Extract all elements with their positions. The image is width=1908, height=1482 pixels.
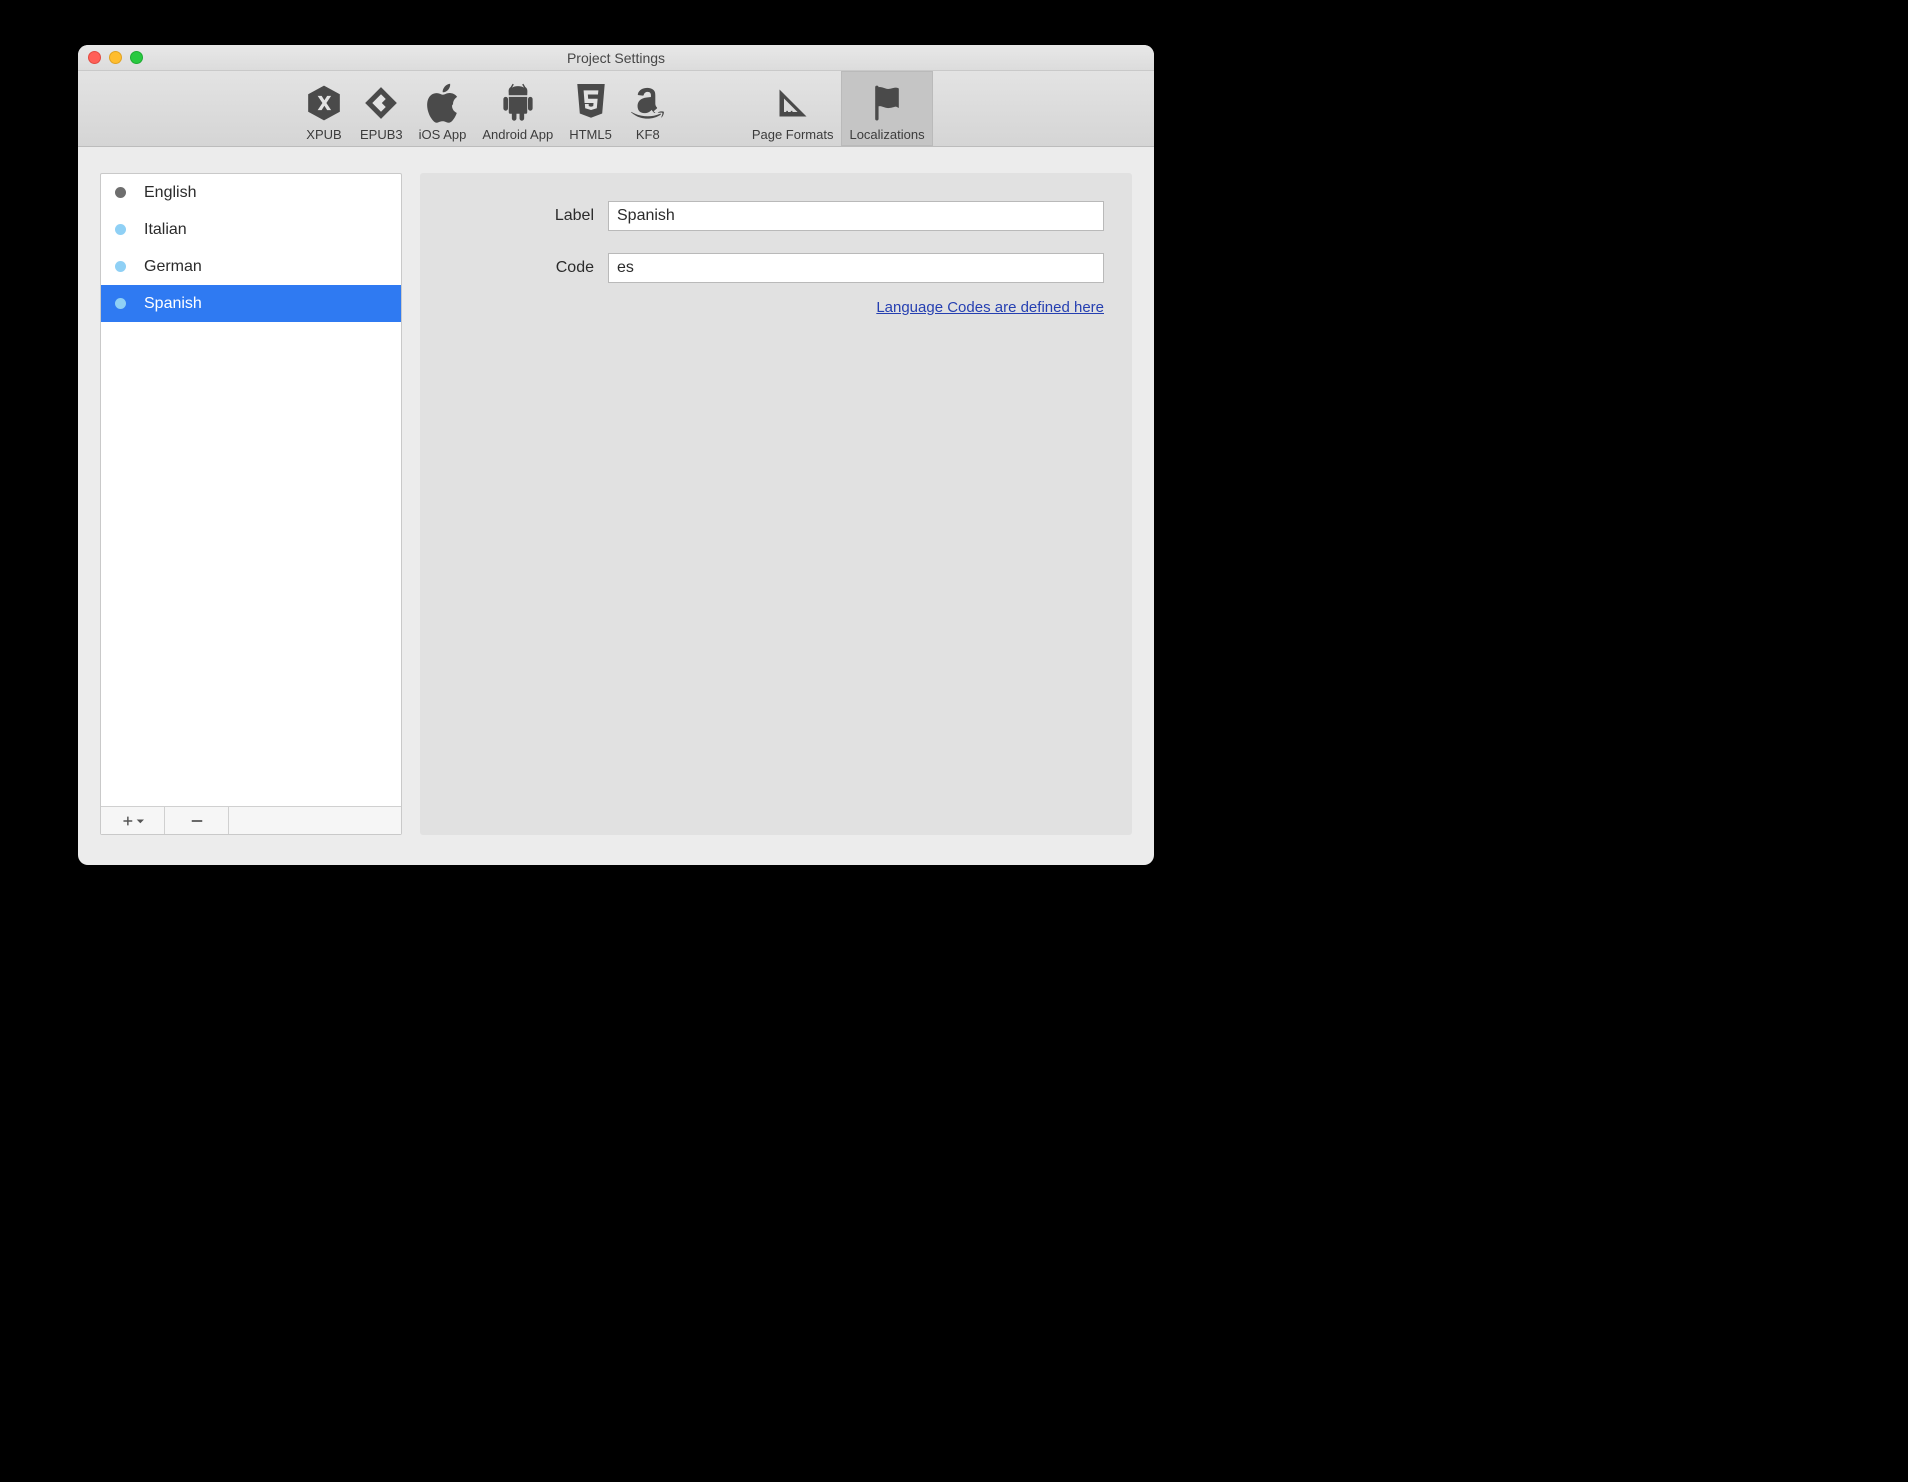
status-dot-icon (115, 224, 126, 235)
toolbar-item-html5[interactable]: HTML5 (561, 71, 620, 146)
zoom-window-button[interactable] (130, 51, 143, 64)
flag-icon (870, 81, 904, 125)
apple-icon (424, 81, 460, 125)
window-controls (88, 51, 143, 64)
list-footer (101, 806, 401, 834)
toolbar-item-page-formats[interactable]: Page Formats (744, 71, 842, 146)
label-field[interactable] (608, 201, 1104, 231)
add-language-button[interactable] (101, 807, 165, 834)
toolbar-item-localizations[interactable]: Localizations (841, 71, 932, 146)
status-dot-icon (115, 261, 126, 272)
language-list-item-label: Spanish (144, 295, 202, 313)
toolbar-item-label: XPUB (306, 127, 341, 142)
toolbar-item-label: Localizations (849, 127, 924, 142)
hex-x-icon (305, 81, 343, 125)
language-list[interactable]: English Italian German Spanish (101, 174, 401, 806)
toolbar-item-epub3[interactable]: EPUB3 (352, 71, 411, 146)
content-body: English Italian German Spanish Label (78, 147, 1154, 865)
html5-icon (574, 81, 608, 125)
toolbar: XPUB EPUB3 iOS App Android App (78, 71, 1154, 147)
language-codes-link[interactable]: Language Codes are defined here (876, 299, 1104, 316)
toolbar-export-group: XPUB EPUB3 iOS App Android App (296, 71, 676, 146)
language-list-item[interactable]: Italian (101, 211, 401, 248)
remove-language-button[interactable] (165, 807, 229, 834)
status-dot-icon (115, 187, 126, 198)
toolbar-item-android-app[interactable]: Android App (474, 71, 561, 146)
toolbar-settings-group: Page Formats Localizations (744, 71, 933, 146)
language-list-item[interactable]: Spanish (101, 285, 401, 322)
language-list-panel: English Italian German Spanish (100, 173, 402, 835)
toolbar-item-kf8[interactable]: KF8 (620, 71, 676, 146)
label-row: Label (420, 201, 1104, 231)
language-detail-panel: Label Code Language Codes are defined he… (420, 173, 1132, 835)
toolbar-item-ios-app[interactable]: iOS App (411, 71, 475, 146)
window-title: Project Settings (567, 50, 665, 66)
toolbar-item-label: Page Formats (752, 127, 834, 142)
epub-icon (362, 81, 400, 125)
close-window-button[interactable] (88, 51, 101, 64)
amazon-icon (630, 81, 666, 125)
label-caption: Label (420, 207, 608, 225)
project-settings-window: Project Settings XPUB EPUB3 iOS A (78, 45, 1154, 865)
code-field[interactable] (608, 253, 1104, 283)
code-row: Code (420, 253, 1104, 283)
status-dot-icon (115, 298, 126, 309)
triangle-ruler-icon (775, 81, 811, 125)
android-icon (499, 81, 537, 125)
toolbar-item-label: Android App (482, 127, 553, 142)
language-list-item[interactable]: English (101, 174, 401, 211)
toolbar-item-xpub[interactable]: XPUB (296, 71, 352, 146)
titlebar: Project Settings (78, 45, 1154, 71)
minimize-window-button[interactable] (109, 51, 122, 64)
toolbar-item-label: iOS App (419, 127, 467, 142)
toolbar-item-label: HTML5 (569, 127, 612, 142)
toolbar-item-label: KF8 (636, 127, 660, 142)
language-list-item[interactable]: German (101, 248, 401, 285)
language-list-item-label: German (144, 258, 202, 276)
language-list-item-label: English (144, 184, 196, 202)
toolbar-item-label: EPUB3 (360, 127, 403, 142)
code-caption: Code (420, 259, 608, 277)
language-list-item-label: Italian (144, 221, 187, 239)
